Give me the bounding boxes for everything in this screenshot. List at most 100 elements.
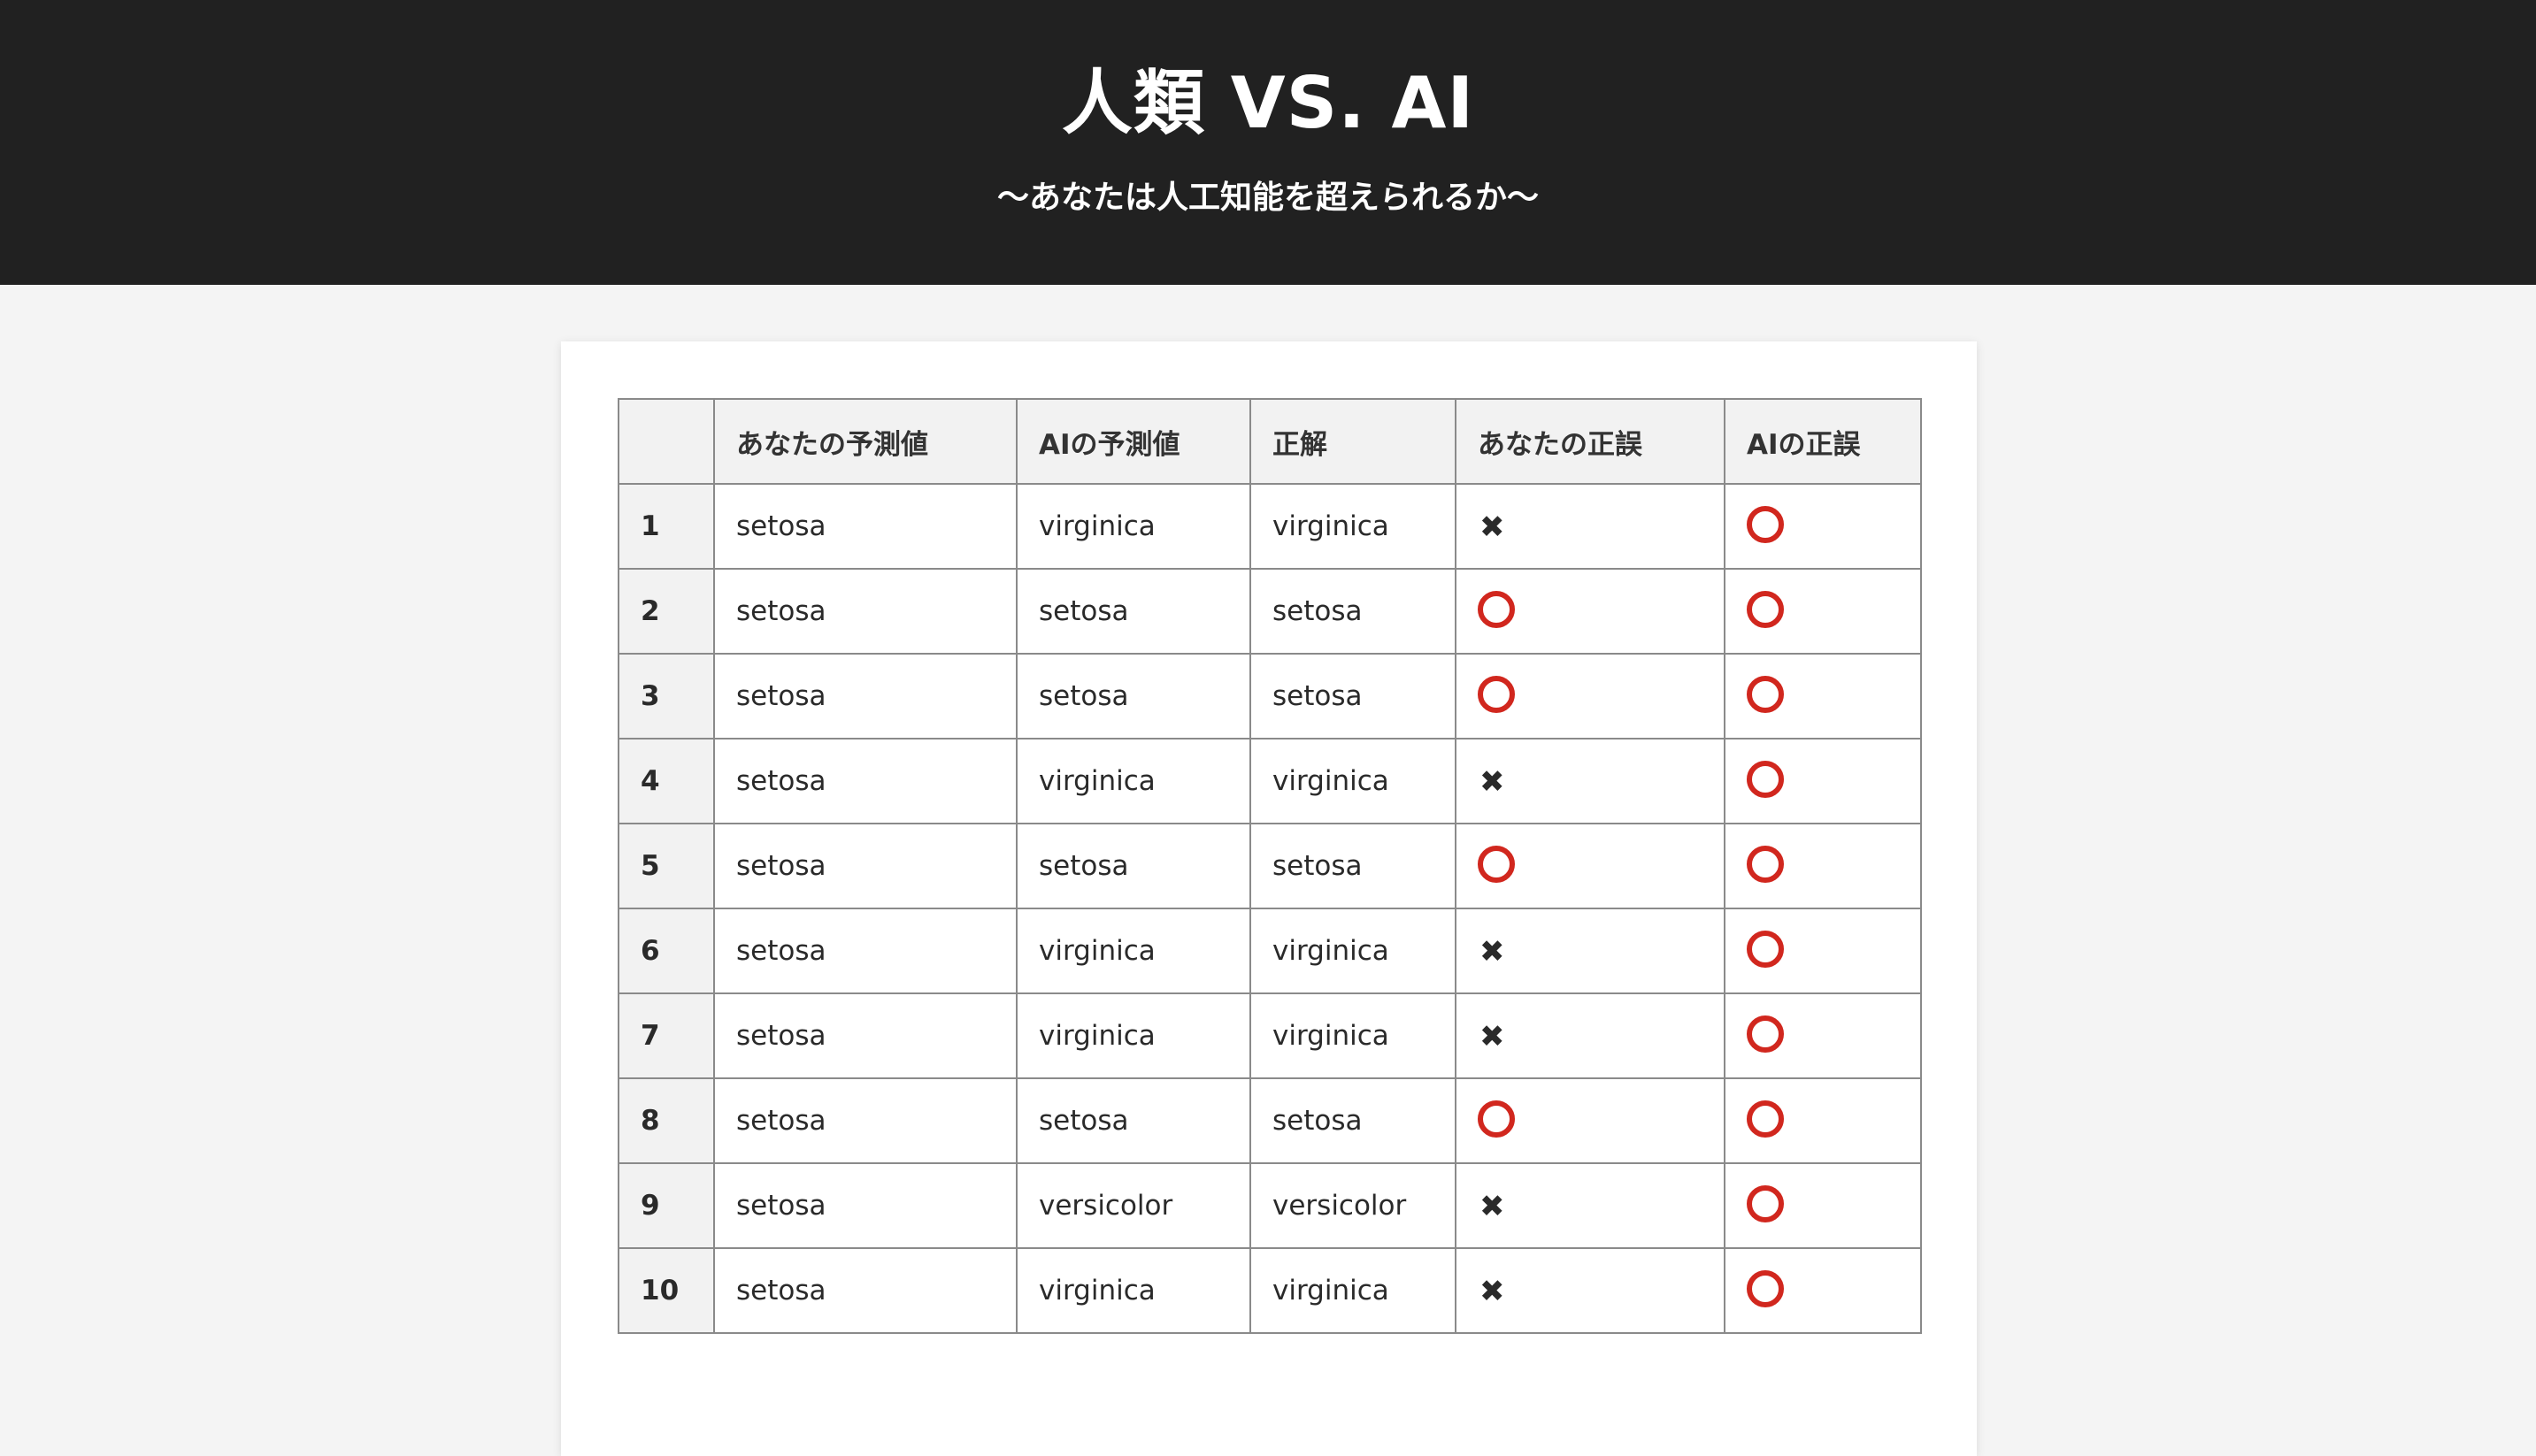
results-table-body: 1 setosa virginica virginica ✖ 2 setosa setosa s… (618, 483, 1922, 1334)
circle-icon (1747, 846, 1784, 883)
ai-prediction-cell: virginica (1016, 908, 1251, 994)
your-result-cell: ✖ (1455, 1247, 1725, 1334)
page-title: 人類 VS. AI (1061, 62, 1475, 144)
your-prediction-cell: setosa (713, 1247, 1018, 1334)
row-index-cell: 4 (618, 738, 715, 824)
ai-prediction-cell: virginica (1016, 483, 1251, 570)
your-prediction-cell: setosa (713, 908, 1018, 994)
circle-icon (1747, 506, 1784, 543)
ai-result-cell (1724, 568, 1922, 655)
results-table: あなたの予測値 AIの予測値 正解 あなたの正誤 AIの正誤 1 setosa vi… (618, 398, 1922, 1334)
answer-cell: setosa (1249, 568, 1456, 655)
circle-icon (1478, 1100, 1515, 1138)
your-prediction-cell: setosa (713, 653, 1018, 739)
answer-cell: virginica (1249, 483, 1456, 570)
your-result-cell: ✖ (1455, 483, 1725, 570)
your-prediction-cell: setosa (713, 568, 1018, 655)
your-result-cell: ✖ (1455, 908, 1725, 994)
cross-icon: ✖ (1479, 1019, 1505, 1055)
ai-prediction-cell: setosa (1016, 568, 1251, 655)
your-prediction-cell: setosa (713, 823, 1018, 909)
circle-icon (1747, 761, 1784, 798)
cross-icon: ✖ (1479, 934, 1505, 970)
circle-icon (1747, 591, 1784, 628)
answer-cell: virginica (1249, 992, 1456, 1079)
circle-icon (1747, 676, 1784, 713)
table-row: 9 setosa versicolor versicolor ✖ (618, 1162, 1922, 1249)
column-header-your-prediction: あなたの予測値 (713, 398, 1018, 485)
circle-icon (1478, 676, 1515, 713)
ai-result-cell (1724, 908, 1922, 994)
cross-icon: ✖ (1479, 764, 1505, 801)
answer-cell: virginica (1249, 1247, 1456, 1334)
ai-prediction-cell: virginica (1016, 1247, 1251, 1334)
circle-icon (1747, 1100, 1784, 1138)
ai-prediction-cell: virginica (1016, 992, 1251, 1079)
row-index-cell: 5 (618, 823, 715, 909)
your-prediction-cell: setosa (713, 1162, 1018, 1249)
cross-icon: ✖ (1479, 1274, 1505, 1310)
table-row: 2 setosa setosa setosa (618, 568, 1922, 655)
answer-cell: versicolor (1249, 1162, 1456, 1249)
results-card: あなたの予測値 AIの予測値 正解 あなたの正誤 AIの正誤 1 setosa vi… (561, 341, 1977, 1456)
your-result-cell (1455, 653, 1725, 739)
column-header-ai-prediction: AIの予測値 (1016, 398, 1251, 485)
column-header-your-result: あなたの正誤 (1455, 398, 1725, 485)
table-row: 7 setosa virginica virginica ✖ (618, 992, 1922, 1079)
column-header-ai-result: AIの正誤 (1724, 398, 1922, 485)
column-header-index (618, 398, 715, 485)
answer-cell: virginica (1249, 738, 1456, 824)
table-row: 1 setosa virginica virginica ✖ (618, 483, 1922, 570)
your-result-cell (1455, 823, 1725, 909)
row-index-cell: 3 (618, 653, 715, 739)
answer-cell: setosa (1249, 653, 1456, 739)
circle-icon (1747, 1015, 1784, 1053)
table-row: 5 setosa setosa setosa (618, 823, 1922, 909)
circle-icon (1478, 846, 1515, 883)
page-header: 人類 VS. AI 〜あなたは人工知能を超えられるか〜 (0, 0, 2536, 285)
page-subtitle: 〜あなたは人工知能を超えられるか〜 (996, 180, 1539, 216)
your-prediction-cell: setosa (713, 1077, 1018, 1164)
ai-prediction-cell: virginica (1016, 738, 1251, 824)
table-row: 6 setosa virginica virginica ✖ (618, 908, 1922, 994)
ai-result-cell (1724, 738, 1922, 824)
table-row: 3 setosa setosa setosa (618, 653, 1922, 739)
answer-cell: setosa (1249, 1077, 1456, 1164)
your-result-cell (1455, 568, 1725, 655)
ai-prediction-cell: setosa (1016, 823, 1251, 909)
table-row: 4 setosa virginica virginica ✖ (618, 738, 1922, 824)
your-result-cell (1455, 1077, 1725, 1164)
row-index-cell: 7 (618, 992, 715, 1079)
ai-prediction-cell: setosa (1016, 653, 1251, 739)
row-index-cell: 6 (618, 908, 715, 994)
table-row: 8 setosa setosa setosa (618, 1077, 1922, 1164)
your-result-cell: ✖ (1455, 1162, 1725, 1249)
circle-icon (1747, 931, 1784, 968)
circle-icon (1747, 1185, 1784, 1222)
column-header-answer: 正解 (1249, 398, 1456, 485)
ai-result-cell (1724, 1162, 1922, 1249)
cross-icon: ✖ (1479, 510, 1505, 546)
row-index-cell: 1 (618, 483, 715, 570)
row-index-cell: 9 (618, 1162, 715, 1249)
your-result-cell: ✖ (1455, 738, 1725, 824)
table-header-row: あなたの予測値 AIの予測値 正解 あなたの正誤 AIの正誤 (618, 398, 1922, 485)
cross-icon: ✖ (1479, 1189, 1505, 1225)
answer-cell: virginica (1249, 908, 1456, 994)
answer-cell: setosa (1249, 823, 1456, 909)
ai-result-cell (1724, 823, 1922, 909)
your-prediction-cell: setosa (713, 992, 1018, 1079)
ai-prediction-cell: versicolor (1016, 1162, 1251, 1249)
circle-icon (1478, 591, 1515, 628)
circle-icon (1747, 1270, 1784, 1307)
ai-result-cell (1724, 483, 1922, 570)
ai-result-cell (1724, 1077, 1922, 1164)
your-prediction-cell: setosa (713, 738, 1018, 824)
ai-result-cell (1724, 653, 1922, 739)
your-result-cell: ✖ (1455, 992, 1725, 1079)
table-row: 10 setosa virginica virginica ✖ (618, 1247, 1922, 1334)
ai-result-cell (1724, 992, 1922, 1079)
your-prediction-cell: setosa (713, 483, 1018, 570)
ai-prediction-cell: setosa (1016, 1077, 1251, 1164)
row-index-cell: 2 (618, 568, 715, 655)
